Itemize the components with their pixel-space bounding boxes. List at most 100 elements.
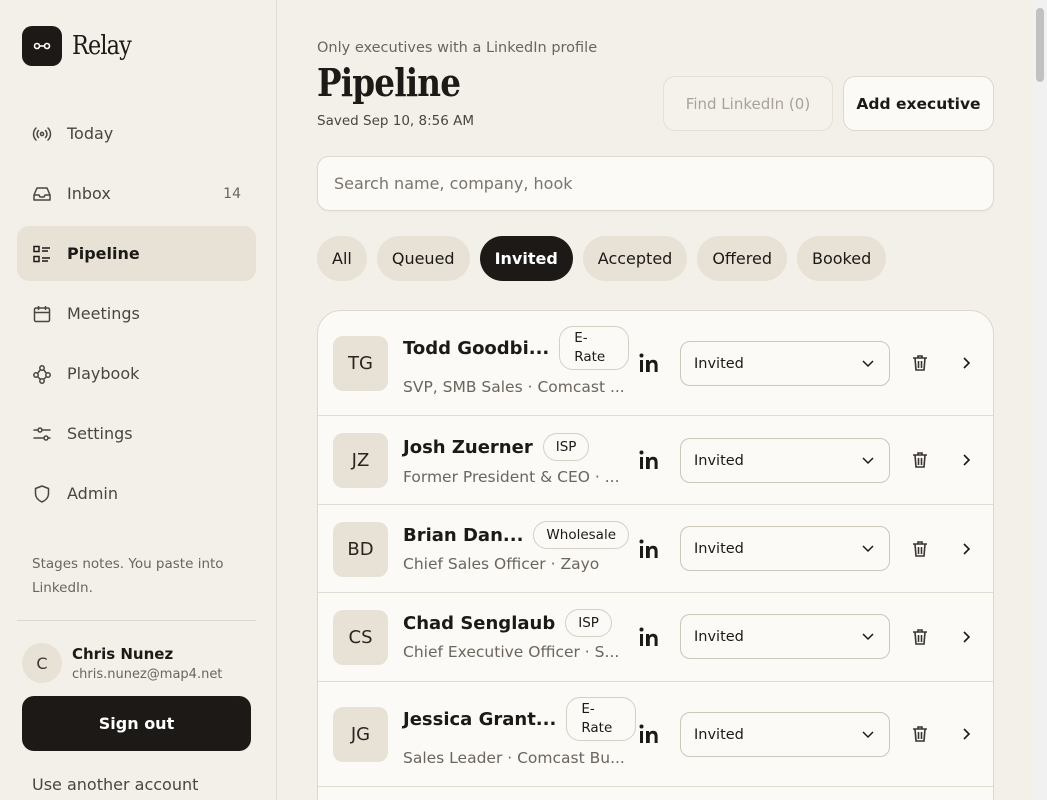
- list-item[interactable]: JZ Josh Zuerner ISP Former President & C…: [318, 416, 993, 505]
- executive-name: Chad Senglaub: [403, 612, 556, 634]
- chevron-right-icon[interactable]: [958, 355, 974, 371]
- chevron-right-icon[interactable]: [958, 629, 974, 645]
- linkedin-icon[interactable]: [638, 625, 662, 649]
- name-line: Brian Dan... Wholesale: [403, 521, 630, 549]
- segment-tag: Wholesale: [533, 521, 630, 549]
- status-select[interactable]: Invited: [680, 614, 890, 659]
- shield-icon: [32, 484, 52, 504]
- user-email: chris.nunez@map4.net: [72, 666, 223, 682]
- use-another-account-link[interactable]: Use another account: [32, 775, 198, 794]
- sidebar-item-settings[interactable]: Settings: [17, 406, 256, 461]
- calendar-icon: [32, 304, 52, 324]
- relay-logo-icon: [22, 26, 62, 66]
- list-item[interactable]: TG Todd Goodbi... E-Rate SVP, SMB Sales …: [318, 311, 993, 416]
- brand[interactable]: Relay: [22, 26, 140, 66]
- chevron-down-icon: [862, 545, 874, 553]
- stage-tabs: All Queued Invited Accepted Offered Book…: [317, 236, 896, 281]
- executive-title: Chief Sales Officer · Zayo: [403, 555, 600, 573]
- user-card: C Chris Nunez chris.nunez@map4.net: [22, 643, 222, 683]
- sidebar-nav: Today Inbox 14 Pipeline Meetings Playboo…: [17, 106, 256, 526]
- sidebar-item-label: Playbook: [67, 364, 140, 383]
- executive-name: Jessica Grant...: [403, 708, 557, 730]
- chevron-right-icon[interactable]: [958, 452, 974, 468]
- chevron-down-icon: [862, 633, 874, 641]
- search-input[interactable]: [317, 156, 994, 211]
- main-content: Only executives with a LinkedIn profile …: [277, 0, 1033, 800]
- executive-title: SVP, SMB Sales · Comcast ...: [403, 378, 625, 396]
- tab-offered[interactable]: Offered: [697, 236, 787, 281]
- avatar: BD: [333, 522, 388, 577]
- avatar: JG: [333, 707, 388, 762]
- sign-out-button[interactable]: Sign out: [22, 696, 251, 751]
- tab-invited[interactable]: Invited: [479, 236, 573, 281]
- sidebar-item-meetings[interactable]: Meetings: [17, 286, 256, 341]
- sidebar-divider: [17, 620, 256, 621]
- trash-icon[interactable]: [910, 724, 930, 744]
- tab-booked[interactable]: Booked: [797, 236, 887, 281]
- chevron-down-icon: [862, 457, 874, 465]
- avatar: TG: [333, 336, 388, 391]
- add-executive-button[interactable]: Add executive: [843, 76, 994, 131]
- tab-queued[interactable]: Queued: [376, 236, 470, 281]
- sidebar-item-label: Inbox: [67, 184, 111, 203]
- tab-all[interactable]: All: [317, 236, 367, 281]
- sidebar-note: Stages notes. You paste into LinkedIn.: [32, 556, 224, 596]
- list-item[interactable]: JG Jessica Grant... E-Rate Sales Leader …: [318, 682, 993, 787]
- executive-name: Todd Goodbi...: [403, 337, 550, 359]
- trash-icon[interactable]: [910, 539, 930, 559]
- linkedin-icon[interactable]: [638, 537, 662, 561]
- filter-note: Only executives with a LinkedIn profile: [317, 40, 598, 56]
- status-value: Invited: [694, 540, 744, 557]
- status-value: Invited: [694, 726, 744, 743]
- name-line: Chad Senglaub ISP: [403, 609, 612, 637]
- name-line: Josh Zuerner ISP: [403, 433, 590, 461]
- executive-title: Former President & CEO · ...: [403, 468, 620, 486]
- sidebar-item-inbox[interactable]: Inbox 14: [17, 166, 256, 221]
- status-select[interactable]: Invited: [680, 341, 890, 386]
- linkedin-icon[interactable]: [638, 448, 662, 472]
- sidebar-item-label: Admin: [67, 484, 118, 503]
- executive-title: Chief Executive Officer · S...: [403, 643, 620, 661]
- scrollbar-thumb[interactable]: [1036, 8, 1044, 82]
- flow-icon: [32, 364, 52, 384]
- sidebar-item-label: Meetings: [67, 304, 140, 323]
- chevron-right-icon[interactable]: [958, 726, 974, 742]
- status-select[interactable]: Invited: [680, 438, 890, 483]
- segment-tag: E-Rate: [559, 326, 630, 370]
- page-title: Pipeline: [317, 60, 461, 105]
- sidebar-item-label: Pipeline: [67, 244, 140, 263]
- status-select[interactable]: Invited: [680, 712, 890, 757]
- sidebar-item-today[interactable]: Today: [17, 106, 256, 161]
- sidebar-item-admin[interactable]: Admin: [17, 466, 256, 521]
- tab-accepted[interactable]: Accepted: [582, 236, 688, 281]
- segment-tag: ISP: [565, 609, 612, 637]
- sidebar-item-pipeline[interactable]: Pipeline: [17, 226, 256, 281]
- sidebar-item-label: Today: [67, 124, 114, 143]
- trash-icon[interactable]: [910, 627, 930, 647]
- trash-icon[interactable]: [910, 450, 930, 470]
- linkedin-icon[interactable]: [638, 722, 662, 746]
- list-icon: [32, 244, 52, 264]
- avatar: JZ: [333, 433, 388, 488]
- status-value: Invited: [694, 628, 744, 645]
- trash-icon[interactable]: [910, 353, 930, 373]
- sliders-icon: [32, 424, 52, 444]
- avatar: C: [22, 643, 62, 683]
- chevron-down-icon: [862, 731, 874, 739]
- saved-timestamp: Saved Sep 10, 8:56 AM: [317, 113, 474, 129]
- status-value: Invited: [694, 355, 744, 372]
- executive-name: Brian Dan...: [403, 524, 524, 546]
- segment-tag: E-Rate: [566, 697, 637, 741]
- chevron-right-icon[interactable]: [958, 541, 974, 557]
- list-item[interactable]: CS Chad Senglaub ISP Chief Executive Off…: [318, 593, 993, 682]
- name-line: Jessica Grant... E-Rate: [403, 697, 637, 741]
- avatar: CS: [333, 610, 388, 665]
- sidebar-item-playbook[interactable]: Playbook: [17, 346, 256, 401]
- sidebar-item-count: 14: [223, 185, 241, 202]
- chevron-down-icon: [862, 360, 874, 368]
- linkedin-icon[interactable]: [638, 351, 662, 375]
- find-linkedin-button[interactable]: Find LinkedIn (0): [663, 76, 833, 131]
- status-select[interactable]: Invited: [680, 526, 890, 571]
- scrollbar[interactable]: [1033, 0, 1047, 800]
- list-item[interactable]: BD Brian Dan... Wholesale Chief Sales Of…: [318, 505, 993, 593]
